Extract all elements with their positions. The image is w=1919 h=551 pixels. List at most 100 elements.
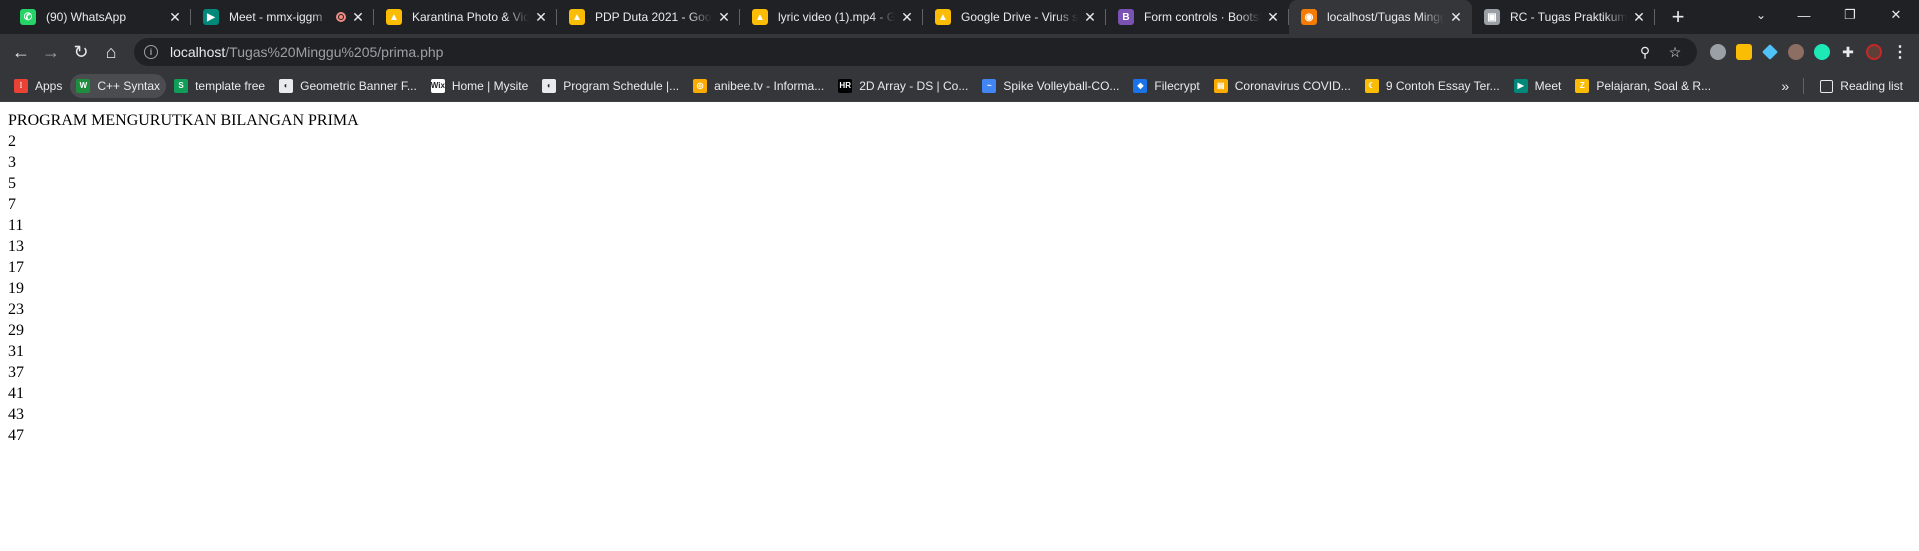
bookmark-10[interactable]: ▤ Coronavirus COVID... bbox=[1208, 74, 1357, 98]
new-tab-button[interactable]: + bbox=[1661, 0, 1695, 34]
bookmark-favicon-icon: W bbox=[76, 78, 91, 93]
bookmarks-list: ⁞ Apps W C++ Syntax Stemplate free ◐ Geometric… bbox=[8, 73, 1719, 98]
bookmark-favicon-icon: ▶ bbox=[1513, 78, 1528, 93]
bookmark-label: Apps bbox=[35, 78, 63, 93]
extensions-puzzle-icon[interactable]: ✚ bbox=[1835, 39, 1861, 65]
tab-1[interactable]: ▶ Meet - mmx-iggm ✕ bbox=[191, 0, 374, 34]
tab-title: localhost/Tugas Minggu bbox=[1327, 10, 1444, 24]
prime-number: 11 bbox=[8, 217, 24, 234]
bookmark-favicon-icon: S bbox=[174, 78, 189, 93]
tab-favicon-icon: B bbox=[1118, 9, 1134, 25]
tab-2[interactable]: ▲ Karantina Photo & Vid ✕ bbox=[374, 0, 557, 34]
tab-close-icon[interactable]: ✕ bbox=[899, 9, 915, 25]
tab-title: lyric video (1).mp4 - G bbox=[778, 10, 895, 24]
bookmark-label: Coronavirus COVID... bbox=[1234, 78, 1351, 93]
bookmarks-right: » Reading list bbox=[1775, 74, 1911, 98]
m-extension-icon[interactable] bbox=[1809, 39, 1835, 65]
tab-title: Form controls · Bootst bbox=[1144, 10, 1261, 24]
bookmark-4[interactable]: Wix Home | Mysite bbox=[425, 74, 534, 98]
bookmark-11[interactable]: ☾ 9 Contoh Essay Ter... bbox=[1359, 74, 1506, 98]
tab-3[interactable]: ▲ PDP Duta 2021 - Goog ✕ bbox=[557, 0, 740, 34]
zoom-icon[interactable]: ⚲ bbox=[1633, 44, 1657, 61]
more-bookmarks-chevron-icon[interactable]: » bbox=[1775, 78, 1795, 94]
bookmark-favicon-icon: ~ bbox=[982, 78, 997, 93]
tab-8[interactable]: ▣ RC - Tugas Praktikum ✕ bbox=[1472, 0, 1655, 34]
tab-close-icon[interactable]: ✕ bbox=[350, 9, 366, 25]
close-window-icon[interactable]: ✕ bbox=[1873, 0, 1919, 30]
bookmark-label: C++ Syntax bbox=[97, 78, 161, 93]
tab-favicon-icon: ✆ bbox=[20, 9, 36, 25]
menu-kebab-icon[interactable]: ⋮ bbox=[1887, 39, 1913, 65]
tab-favicon-icon: ▲ bbox=[752, 9, 768, 25]
prime-number: 41 bbox=[8, 385, 24, 402]
tab-list: ✆ (90) WhatsApp ✕ ▶ Meet - mmx-iggm ✕ ▲ Karanti… bbox=[0, 0, 1655, 34]
bookmark-12[interactable]: ▶ Meet bbox=[1508, 74, 1568, 98]
reading-list-icon bbox=[1820, 79, 1834, 93]
restore-icon[interactable]: ❐ bbox=[1827, 0, 1873, 30]
tab-title: PDP Duta 2021 - Goog bbox=[595, 10, 712, 24]
bookmark-8[interactable]: ~ Spike Volleyball-CO... bbox=[976, 74, 1125, 98]
tab-close-icon[interactable]: ✕ bbox=[716, 9, 732, 25]
bookmark-star-icon[interactable]: ☆ bbox=[1663, 44, 1687, 61]
tab-close-icon[interactable]: ✕ bbox=[533, 9, 549, 25]
globe-extension-icon[interactable] bbox=[1705, 39, 1731, 65]
page-content: PROGRAM MENGURUTKAN BILANGAN PRIMA 23571… bbox=[0, 102, 1919, 454]
bookmark-7[interactable]: HR 2D Array - DS | Co... bbox=[832, 74, 974, 98]
tab-4[interactable]: ▲ lyric video (1).mp4 - G ✕ bbox=[740, 0, 923, 34]
back-icon[interactable]: ← bbox=[6, 37, 36, 67]
window-controls: — ❐ ✕ bbox=[1781, 0, 1919, 30]
bookmark-favicon-icon: ◐ bbox=[279, 78, 294, 93]
reading-list-button[interactable]: Reading list bbox=[1814, 74, 1909, 98]
tab-close-icon[interactable]: ✕ bbox=[1082, 9, 1098, 25]
bookmarks-bar: ⁞ Apps W C++ Syntax Stemplate free ◐ Geometric… bbox=[0, 70, 1919, 102]
address-bar[interactable]: i localhost/Tugas%20Minggu%205/prima.php… bbox=[134, 38, 1697, 66]
prime-number: 7 bbox=[8, 196, 16, 213]
prime-number: 31 bbox=[8, 343, 24, 360]
tab-search-icon[interactable]: ⌄ bbox=[1743, 0, 1779, 30]
home-icon[interactable]: ⌂ bbox=[96, 37, 126, 67]
bookmark-label: anibee.tv - Informa... bbox=[714, 78, 825, 93]
prime-number: 43 bbox=[8, 406, 24, 423]
tab-favicon-icon: ▶ bbox=[203, 9, 219, 25]
tab-6[interactable]: B Form controls · Bootst ✕ bbox=[1106, 0, 1289, 34]
owl-extension-icon[interactable] bbox=[1783, 39, 1809, 65]
bookmark-5[interactable]: ◐ Program Schedule |... bbox=[536, 74, 685, 98]
diamond-extension-icon[interactable] bbox=[1757, 39, 1783, 65]
bookmark-0[interactable]: ⁞ Apps bbox=[8, 74, 68, 98]
reading-list-label: Reading list bbox=[1840, 79, 1903, 93]
reload-icon[interactable]: ↻ bbox=[66, 37, 96, 67]
tab-close-icon[interactable]: ✕ bbox=[1265, 9, 1281, 25]
prime-number: 29 bbox=[8, 322, 24, 339]
page-heading: PROGRAM MENGURUTKAN BILANGAN PRIMA bbox=[8, 112, 359, 129]
tab-7[interactable]: ◉ localhost/Tugas Minggu ✕ bbox=[1289, 0, 1472, 34]
address-host: localhost bbox=[170, 44, 226, 60]
recording-icon bbox=[336, 12, 346, 22]
bookmark-13[interactable]: Z Pelajaran, Soal & R... bbox=[1569, 74, 1717, 98]
tab-separator bbox=[1654, 9, 1655, 25]
tab-5[interactable]: ▲ Google Drive - Virus s ✕ bbox=[923, 0, 1106, 34]
bookmark-label: Pelajaran, Soal & R... bbox=[1596, 78, 1712, 93]
bookmark-3[interactable]: ◐ Geometric Banner F... bbox=[273, 74, 423, 98]
minimize-icon[interactable]: — bbox=[1781, 0, 1827, 30]
site-info-icon[interactable]: i bbox=[144, 45, 158, 59]
tab-close-icon[interactable]: ✕ bbox=[1631, 9, 1647, 25]
bookmark-9[interactable]: ◆ Filecrypt bbox=[1127, 74, 1205, 98]
tab-title: RC - Tugas Praktikum bbox=[1510, 10, 1627, 24]
bookmark-label: 9 Contoh Essay Ter... bbox=[1385, 78, 1500, 93]
bookmark-label: Filecrypt bbox=[1154, 78, 1200, 93]
tab-favicon-icon: ◉ bbox=[1301, 9, 1317, 25]
prime-number: 19 bbox=[8, 280, 24, 297]
tab-close-icon[interactable]: ✕ bbox=[167, 9, 183, 25]
address-path: /Tugas%20Minggu%205/prima.php bbox=[225, 44, 444, 60]
bookmark-2[interactable]: Stemplate free bbox=[168, 74, 271, 98]
prime-number: 2 bbox=[8, 133, 16, 150]
bookmark-1[interactable]: W C++ Syntax bbox=[70, 73, 167, 98]
bookmark-6[interactable]: ◎ anibee.tv - Informa... bbox=[687, 74, 830, 98]
tab-close-icon[interactable]: ✕ bbox=[1448, 9, 1464, 25]
tab-0[interactable]: ✆ (90) WhatsApp ✕ bbox=[8, 0, 191, 34]
forward-icon[interactable]: → bbox=[36, 37, 66, 67]
drive-extension-icon[interactable] bbox=[1731, 39, 1757, 65]
profile-avatar[interactable] bbox=[1861, 39, 1887, 65]
bookmark-favicon-icon: Wix bbox=[431, 78, 445, 93]
tab-favicon-icon: ▣ bbox=[1484, 9, 1500, 25]
